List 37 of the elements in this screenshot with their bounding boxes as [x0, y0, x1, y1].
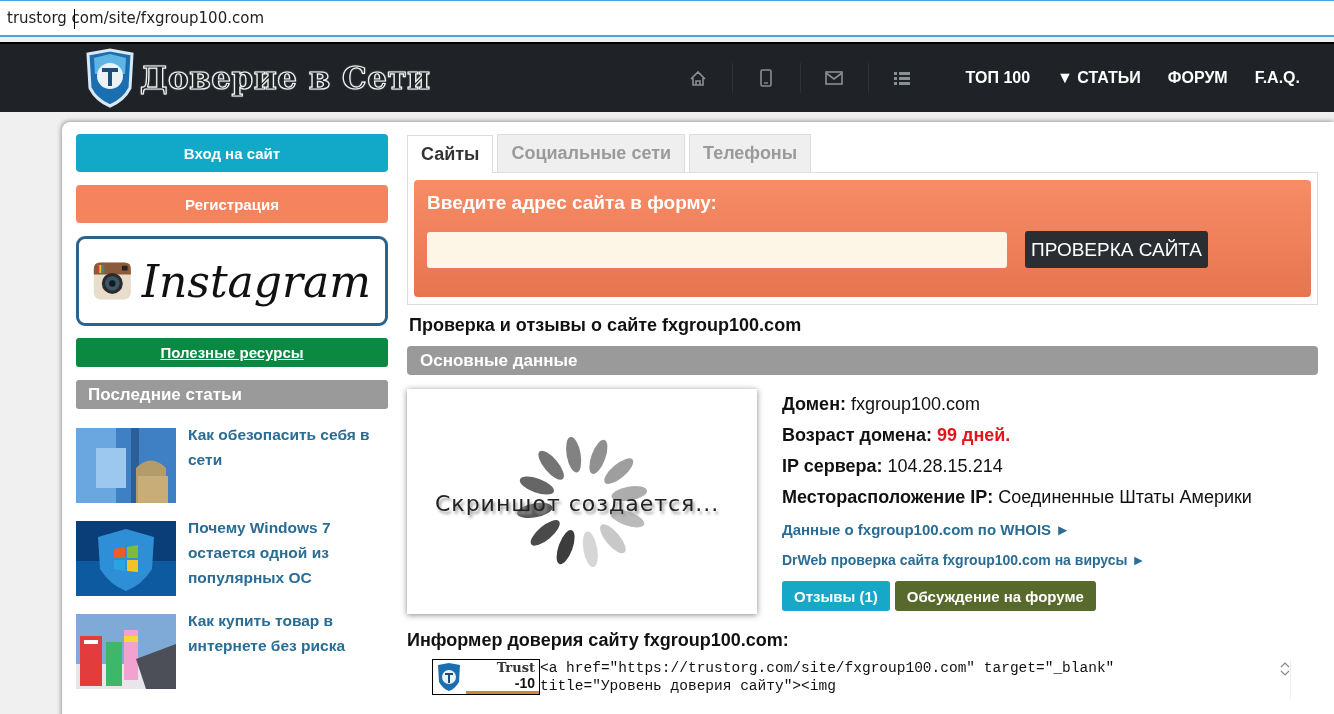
section-heading: Последние статьи	[76, 380, 388, 409]
info-label: IP сервера:	[782, 456, 883, 477]
info-value: Соединенные Штаты Америки	[998, 487, 1252, 508]
shield-logo-icon	[84, 48, 136, 108]
check-site-button[interactable]: ПРОВЕРКА САЙТА	[1025, 231, 1208, 268]
info-value: 99 дней.	[936, 425, 1011, 446]
info-value: 104.28.15.214	[887, 456, 1003, 477]
nav-link[interactable]: ФОРУМ	[1167, 69, 1228, 87]
page-title: Проверка и отзывы о сайте fxgroup100.com	[409, 315, 803, 336]
informer-title: Информер доверия сайту fxgroup100.com:	[407, 630, 790, 651]
trust-score: -10	[514, 675, 535, 691]
resources-link[interactable]: Полезные ресурсы	[160, 344, 304, 361]
tab[interactable]: Сайты	[407, 135, 494, 173]
badge-label: Trust	[496, 660, 535, 675]
code-field[interactable]: <a href="https://trustorg.com/site/fxgroup100.com" target="_blank" title="Уровень доверия сайту"><img	[540, 659, 1291, 699]
mail-icon[interactable]	[825, 70, 844, 86]
info-label: Возраст домена:	[782, 425, 932, 446]
site-logo-text[interactable]: Доверие в Сети	[140, 60, 431, 96]
info-value: fxgroup100.com	[851, 394, 981, 415]
info-label: Домен:	[782, 394, 846, 415]
nav-link[interactable]: ТОП 100	[965, 69, 1031, 87]
scroll-arrows-icon	[1280, 661, 1290, 677]
detail-link[interactable]: Данные о fxgroup100.com по WHOIS ►	[782, 521, 1252, 538]
nav-link[interactable]: ▼ СТАТЬИ	[1057, 69, 1141, 87]
info-label: Месторасположение IP:	[782, 487, 994, 508]
loading-text: Скриншот создается...	[435, 491, 720, 516]
detail-link[interactable]: DrWeb проверка сайта fxgroup100.com на вирусы ►	[782, 552, 1252, 568]
form-title: Введите адрес сайта в форму:	[427, 192, 718, 214]
home-icon[interactable]	[689, 69, 708, 87]
instagram-banner[interactable]: Instagram	[76, 236, 388, 326]
site-input-field[interactable]	[427, 231, 1007, 268]
section-heading: Основные данные	[407, 346, 1318, 375]
shield-icon	[436, 662, 462, 692]
nav-link[interactable]: F.A.Q.	[1254, 69, 1300, 87]
list-icon[interactable]	[893, 70, 912, 86]
phone-icon[interactable]	[759, 69, 774, 87]
forum-button[interactable]: Обсуждение на форуме	[894, 581, 1096, 611]
